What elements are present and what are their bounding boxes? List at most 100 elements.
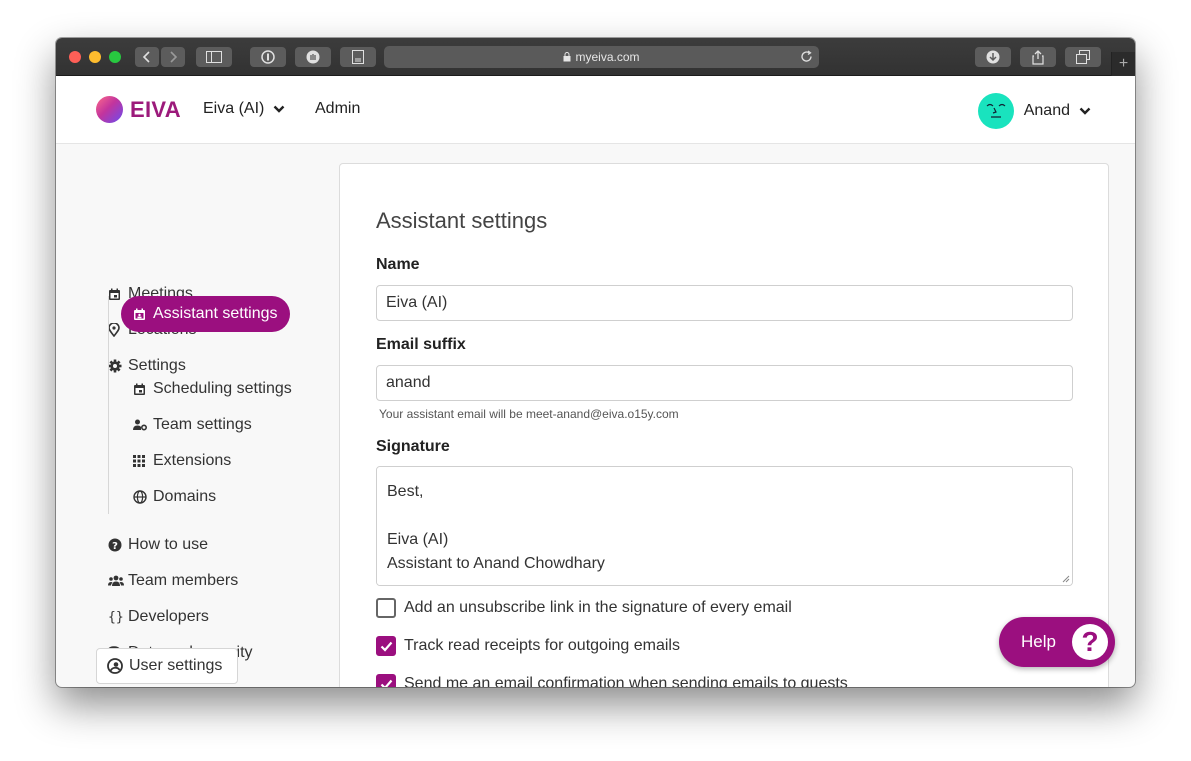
logo-mark-icon [96, 96, 123, 123]
download-icon [986, 50, 1000, 64]
braces-icon: {} [108, 609, 124, 625]
grid-icon [133, 455, 149, 467]
sidebar-item-assistant-settings[interactable]: Assistant settings [121, 296, 290, 332]
checkmark-icon [380, 679, 392, 687]
app-header: EIVA Eiva (AI) Admin Anand [56, 76, 1135, 144]
sidebar-item-label: Developers [128, 608, 209, 625]
share-icon [1032, 49, 1044, 65]
sidebar-item-developers[interactable]: {} Developers [108, 608, 209, 626]
chevron-right-icon [170, 51, 178, 63]
new-tab-button[interactable]: + [1111, 52, 1135, 76]
downloads-button[interactable] [975, 47, 1011, 67]
admin-link[interactable]: Admin [315, 100, 360, 118]
sidebar-item-domains[interactable]: Domains [133, 488, 216, 506]
name-label: Name [376, 256, 420, 273]
sidebar-item-settings[interactable]: Settings [108, 357, 186, 375]
email-confirmation-option[interactable]: Send me an email confirmation when sendi… [376, 674, 848, 687]
address-bar[interactable]: myeiva.com [384, 46, 819, 68]
name-input[interactable] [376, 285, 1073, 321]
resize-grip-icon[interactable] [1062, 575, 1070, 583]
avatar [977, 93, 1014, 129]
page-title: Assistant settings [376, 208, 548, 233]
sidebar-item-extensions[interactable]: Extensions [133, 452, 231, 470]
chevron-down-icon [273, 105, 285, 113]
read-receipts-option[interactable]: Track read receipts for outgoing emails [376, 636, 680, 656]
reader-extension-button[interactable] [340, 47, 376, 67]
tabs-overview-button[interactable] [1065, 47, 1101, 67]
unsubscribe-checkbox[interactable] [376, 598, 396, 618]
question-circle-icon: ? [108, 538, 124, 552]
user-settings-button[interactable]: User settings [96, 648, 238, 684]
email-suffix-input[interactable] [376, 365, 1073, 401]
svg-text:?: ? [112, 541, 118, 552]
browser-toolbar: myeiva.com + [56, 38, 1135, 76]
address-bar-url: myeiva.com [575, 50, 640, 64]
question-icon: ? [1072, 624, 1108, 660]
brand-name: EIVA [130, 96, 181, 122]
zoom-window-button[interactable] [109, 51, 121, 63]
hand-icon [306, 50, 320, 64]
team-switcher[interactable]: Eiva (AI) [203, 100, 285, 118]
sidebar-item-label: Extensions [153, 452, 232, 469]
gear-icon [108, 359, 124, 373]
unsubscribe-link-option[interactable]: Add an unsubscribe link in the signature… [376, 598, 792, 618]
chevron-down-icon [1079, 107, 1091, 115]
checkbox-label: Send me an email confirmation when sendi… [404, 675, 848, 687]
sidebar-item-team-settings[interactable]: Team settings [133, 416, 252, 434]
email-confirmation-checkbox[interactable] [376, 674, 396, 687]
password-extension-button[interactable] [250, 47, 286, 67]
sidebar-item-how-to-use[interactable]: ? How to use [108, 536, 208, 554]
read-receipts-checkbox[interactable] [376, 636, 396, 656]
forward-button[interactable] [161, 47, 185, 67]
password-manager-icon [261, 50, 275, 64]
user-gear-icon [133, 419, 149, 431]
close-window-button[interactable] [69, 51, 81, 63]
brand-logo[interactable]: EIVA [96, 96, 181, 123]
share-button[interactable] [1020, 47, 1056, 67]
document-icon [352, 50, 364, 64]
lock-icon [563, 52, 571, 62]
help-button[interactable]: Help ? [999, 617, 1115, 667]
signature-label: Signature [376, 438, 450, 455]
back-button[interactable] [135, 47, 159, 67]
user-circle-icon [107, 658, 123, 674]
privacy-extension-button[interactable] [295, 47, 331, 67]
email-suffix-label: Email suffix [376, 336, 466, 353]
sidebar-item-label: Team settings [153, 416, 252, 433]
tabs-icon [1076, 50, 1090, 64]
plus-icon: + [1118, 55, 1129, 72]
sidebar: Meetings Locations Settings Assistant se… [56, 145, 339, 687]
checkbox-label: Add an unsubscribe link in the signature… [404, 599, 792, 616]
settings-submenu-divider [108, 296, 109, 514]
calendar-user-icon [133, 308, 149, 321]
browser-window: myeiva.com + EIVA Eiva (AI) Admin Anand … [56, 38, 1135, 687]
checkbox-label: Track read receipts for outgoing emails [404, 637, 680, 654]
face-avatar-icon [986, 103, 1006, 118]
chevron-left-icon [142, 51, 150, 63]
user-settings-label: User settings [129, 657, 223, 674]
sidebar-item-team-members[interactable]: Team members [108, 572, 238, 590]
reload-icon[interactable] [800, 50, 813, 66]
team-switcher-label: Eiva (AI) [203, 100, 265, 117]
sidebar-toggle-button[interactable] [196, 47, 232, 67]
sidebar-item-label: Settings [128, 357, 186, 374]
user-menu[interactable]: Anand [977, 93, 1091, 129]
sidebar-item-label: Assistant settings [153, 305, 278, 322]
users-icon [108, 575, 124, 587]
sidebar-item-label: Team members [128, 572, 239, 589]
globe-icon [133, 490, 149, 504]
calendar-icon [108, 288, 124, 301]
minimize-window-button[interactable] [89, 51, 101, 63]
help-label: Help [1021, 632, 1056, 651]
map-pin-icon [108, 323, 124, 337]
calendar-icon [133, 383, 149, 396]
user-name: Anand [1023, 102, 1070, 119]
checkmark-icon [380, 641, 392, 652]
email-suffix-help: Your assistant email will be meet-anand@… [379, 407, 679, 421]
assistant-settings-card: Assistant settings Name Email suffix You… [339, 163, 1109, 687]
sidebar-item-label: How to use [128, 536, 209, 553]
signature-textarea[interactable]: Best, Eiva (AI) Assistant to Anand Chowd… [376, 466, 1073, 586]
sidebar-item-label: Domains [153, 488, 217, 505]
sidebar-item-label: Scheduling settings [153, 380, 292, 397]
sidebar-item-scheduling-settings[interactable]: Scheduling settings [133, 380, 292, 398]
